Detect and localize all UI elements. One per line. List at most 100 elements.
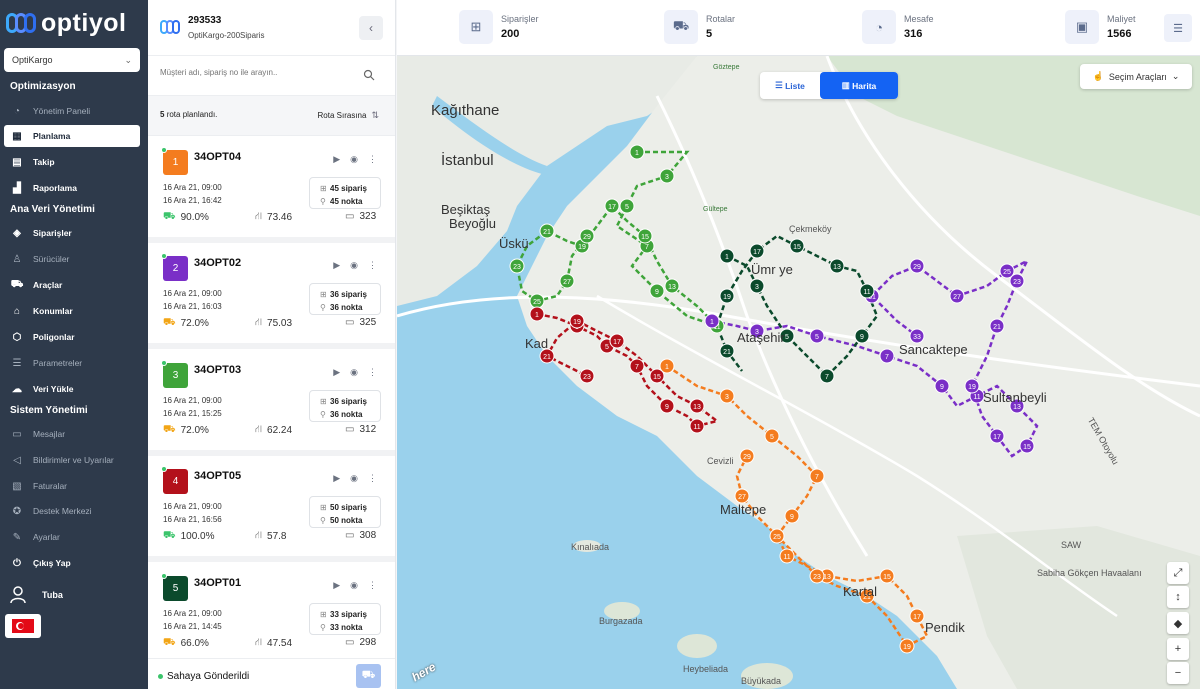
stop-marker[interactable]: 9: [854, 328, 870, 344]
eye-icon[interactable]: ◉: [350, 367, 358, 378]
stop-marker[interactable]: 9: [934, 378, 950, 394]
stop-marker[interactable]: 13: [689, 398, 705, 414]
route-card[interactable]: 1 34OPT04 ▶ ◉ ⋮ 16 Ara 21, 09:00 16 Ara …: [148, 137, 395, 243]
list-view-button[interactable]: ☰ Liste: [760, 72, 820, 99]
more-icon[interactable]: ⋮: [368, 580, 377, 591]
language-flag-button[interactable]: [5, 614, 41, 638]
stop-marker[interactable]: 21: [539, 348, 555, 364]
nav-item-drivers[interactable]: ♙ Sürücüler: [4, 248, 140, 270]
map-canvas[interactable]: 1357911131517192123252729135791113151719…: [397, 56, 1200, 689]
nav-item-settings[interactable]: ✎ Ayarlar: [4, 526, 140, 548]
stop-marker[interactable]: 17: [609, 333, 625, 349]
more-icon[interactable]: ⋮: [368, 367, 377, 378]
stop-marker[interactable]: 15: [789, 238, 805, 254]
stop-marker[interactable]: 27: [734, 488, 750, 504]
stop-marker[interactable]: 17: [989, 428, 1005, 444]
eye-icon[interactable]: ◉: [350, 154, 358, 165]
stop-marker[interactable]: 29: [579, 228, 595, 244]
route-map[interactable]: 1 3 5 7 9 11 13 15 17 19 21 23 25 27 29 1 3 5 7 9 11 13 15 17 19…: [397, 56, 1200, 689]
nav-item-notifications[interactable]: ◁ Bildirimler ve Uyarılar: [4, 449, 140, 471]
stop-marker[interactable]: 7: [879, 348, 895, 364]
stop-marker[interactable]: 23: [509, 258, 525, 274]
stop-marker[interactable]: 11: [689, 418, 705, 434]
stop-marker[interactable]: 21: [989, 318, 1005, 334]
stop-marker[interactable]: 1: [704, 313, 720, 329]
eye-icon[interactable]: ◉: [350, 260, 358, 271]
nav-item-reporting[interactable]: ▟ Raporlama: [4, 177, 140, 199]
stop-marker[interactable]: 15: [879, 568, 895, 584]
stop-marker[interactable]: 19: [569, 313, 585, 329]
more-icon[interactable]: ⋮: [368, 154, 377, 165]
eye-icon[interactable]: ◉: [350, 580, 358, 591]
sort-control[interactable]: Rota Sırasına ⇅: [318, 110, 379, 121]
stop-marker[interactable]: 13: [664, 278, 680, 294]
route-card[interactable]: 4 34OPT05 ▶ ◉ ⋮ 16 Ara 21, 09:00 16 Ara …: [148, 456, 395, 562]
play-icon[interactable]: ▶: [333, 580, 340, 591]
stop-marker[interactable]: 15: [1019, 438, 1035, 454]
dispatch-button[interactable]: ⛟: [356, 664, 381, 688]
nav-item-logout[interactable]: ⏻ Çıkış Yap: [4, 552, 140, 574]
stop-marker[interactable]: 5: [619, 198, 635, 214]
stop-marker[interactable]: 23: [809, 568, 825, 584]
stop-marker[interactable]: 17: [909, 608, 925, 624]
user-profile[interactable]: Tuba: [10, 586, 63, 604]
stop-marker[interactable]: 1: [719, 248, 735, 264]
pan-button[interactable]: ↕: [1167, 586, 1189, 608]
stop-marker[interactable]: 11: [859, 283, 875, 299]
play-icon[interactable]: ▶: [333, 367, 340, 378]
nav-item-data-upload[interactable]: ☁ Veri Yükle: [4, 378, 140, 400]
stop-marker[interactable]: 3: [749, 278, 765, 294]
stop-marker[interactable]: 7: [809, 468, 825, 484]
stop-marker[interactable]: 19: [899, 638, 915, 654]
stop-marker[interactable]: 11: [779, 548, 795, 564]
stop-marker[interactable]: 19: [964, 378, 980, 394]
stop-marker[interactable]: 27: [559, 273, 575, 289]
map-view-button[interactable]: ▥ Harita: [820, 72, 898, 99]
stop-marker[interactable]: 29: [909, 258, 925, 274]
play-icon[interactable]: ▶: [333, 260, 340, 271]
nav-item-parameters[interactable]: ☰ Parametreler: [4, 352, 140, 374]
stop-marker[interactable]: 1: [659, 358, 675, 374]
nav-item-orders[interactable]: ◈ Siparişler: [4, 222, 140, 244]
stop-marker[interactable]: 21: [539, 223, 555, 239]
nav-item-tracking[interactable]: ▤ Takip: [4, 151, 140, 173]
zoom-out-button[interactable]: −: [1167, 662, 1189, 684]
route-card[interactable]: 3 34OPT03 ▶ ◉ ⋮ 16 Ara 21, 09:00 16 Ara …: [148, 350, 395, 456]
search-input[interactable]: [160, 68, 360, 77]
stop-marker[interactable]: 9: [784, 508, 800, 524]
selection-tools-button[interactable]: ☝ Seçim Araçları ⌄: [1080, 64, 1192, 89]
nav-item-planning[interactable]: ▦ Planlama: [4, 125, 140, 147]
stop-marker[interactable]: 1: [529, 306, 545, 322]
stop-marker[interactable]: 23: [579, 368, 595, 384]
play-icon[interactable]: ▶: [333, 473, 340, 484]
nav-item-invoices[interactable]: ▧ Faturalar: [4, 475, 140, 497]
zoom-in-button[interactable]: +: [1167, 638, 1189, 660]
search-icon[interactable]: [363, 69, 375, 81]
stop-marker[interactable]: 17: [749, 243, 765, 259]
stop-marker[interactable]: 21: [719, 343, 735, 359]
stop-marker[interactable]: 25: [999, 263, 1015, 279]
stop-marker[interactable]: 9: [659, 398, 675, 414]
layers-button[interactable]: ◆: [1167, 612, 1189, 634]
stop-marker[interactable]: 9: [649, 283, 665, 299]
stop-marker[interactable]: 17: [604, 198, 620, 214]
route-card[interactable]: 5 34OPT01 ▶ ◉ ⋮ 16 Ara 21, 09:00 16 Ara …: [148, 563, 395, 669]
collapse-panel-button[interactable]: ‹: [359, 16, 383, 40]
nav-item-polygons[interactable]: ⬡ Poligonlar: [4, 326, 140, 348]
stop-marker[interactable]: 7: [819, 368, 835, 384]
play-icon[interactable]: ▶: [333, 154, 340, 165]
stop-marker[interactable]: 7: [629, 358, 645, 374]
nav-item-locations[interactable]: ⌂ Konumlar: [4, 300, 140, 322]
more-icon[interactable]: ⋮: [368, 260, 377, 271]
nav-item-vehicles[interactable]: ⛟ Araçlar: [4, 274, 140, 296]
fullscreen-button[interactable]: ⤢: [1167, 562, 1189, 584]
stop-marker[interactable]: 5: [809, 328, 825, 344]
eye-icon[interactable]: ◉: [350, 473, 358, 484]
route-card[interactable]: 2 34OPT02 ▶ ◉ ⋮ 16 Ara 21, 09:00 16 Ara …: [148, 243, 395, 349]
stop-marker[interactable]: 15: [637, 228, 653, 244]
stop-marker[interactable]: 25: [769, 528, 785, 544]
more-icon[interactable]: ⋮: [368, 473, 377, 484]
stop-marker[interactable]: 13: [829, 258, 845, 274]
organization-select[interactable]: OptiKargo ⌄: [4, 48, 140, 72]
stop-marker[interactable]: 33: [909, 328, 925, 344]
